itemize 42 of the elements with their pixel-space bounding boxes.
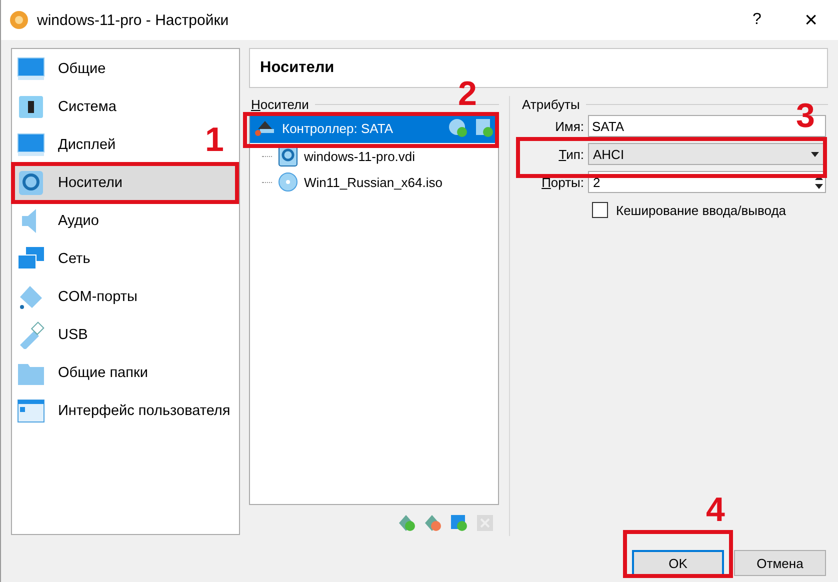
caret-icon (811, 152, 819, 156)
cancel-button[interactable]: Отмена (734, 550, 826, 576)
sidebar-item[interactable]: USB (12, 316, 94, 354)
category-icon (16, 55, 46, 83)
category-icon (16, 93, 46, 121)
category-icon (16, 169, 46, 197)
close-button[interactable]: × (788, 0, 834, 40)
optical-disc-icon (278, 172, 298, 192)
sidebar-item[interactable]: Общие (12, 50, 112, 88)
category-icon (16, 397, 46, 425)
toolbar-icon[interactable] (449, 513, 469, 533)
field-label: Порты: (540, 174, 584, 190)
tree-item[interactable]: Win11_Russian_x64.iso (250, 169, 498, 195)
toolbar-icon[interactable] (397, 513, 417, 533)
step-number: 2 (458, 76, 477, 112)
help-button[interactable]: ? (734, 0, 780, 40)
sidebar-item[interactable]: COM-порты (12, 278, 144, 316)
sidebar-item[interactable]: Общие папки (12, 354, 154, 392)
sidebar-item[interactable]: Аудио (12, 202, 105, 240)
step-number: 1 (205, 122, 224, 158)
page-title: Носители (260, 59, 334, 77)
app-logo-icon (9, 10, 29, 30)
sidebar-item[interactable]: Система (12, 88, 122, 126)
step-number: 4 (706, 492, 725, 528)
field-label: Имя: (554, 118, 584, 134)
group-label: Атрибуты (522, 96, 580, 112)
checkbox[interactable] (592, 202, 608, 218)
add-disk-icon[interactable] (474, 118, 494, 138)
controller-icon (254, 119, 276, 137)
sidebar-item[interactable]: Сеть (12, 240, 96, 278)
category-icon (16, 131, 46, 159)
add-optical-icon[interactable] (448, 118, 468, 138)
tree-item[interactable]: windows-11-pro.vdi (250, 143, 498, 169)
checkbox-label: Кеширование ввода/вывода (616, 202, 786, 218)
toolbar-icon[interactable] (423, 513, 443, 533)
field-label: Тип: (558, 146, 584, 162)
ok-button[interactable]: OK (632, 550, 724, 576)
type-dropdown[interactable]: AHCI (588, 143, 826, 165)
sidebar-item[interactable]: Дисплей (12, 126, 122, 164)
group-label: Носители (251, 96, 309, 112)
window-title: windows-11-pro - Настройки (37, 12, 229, 28)
sidebar-item[interactable]: Интерфейс пользователя (12, 392, 236, 430)
